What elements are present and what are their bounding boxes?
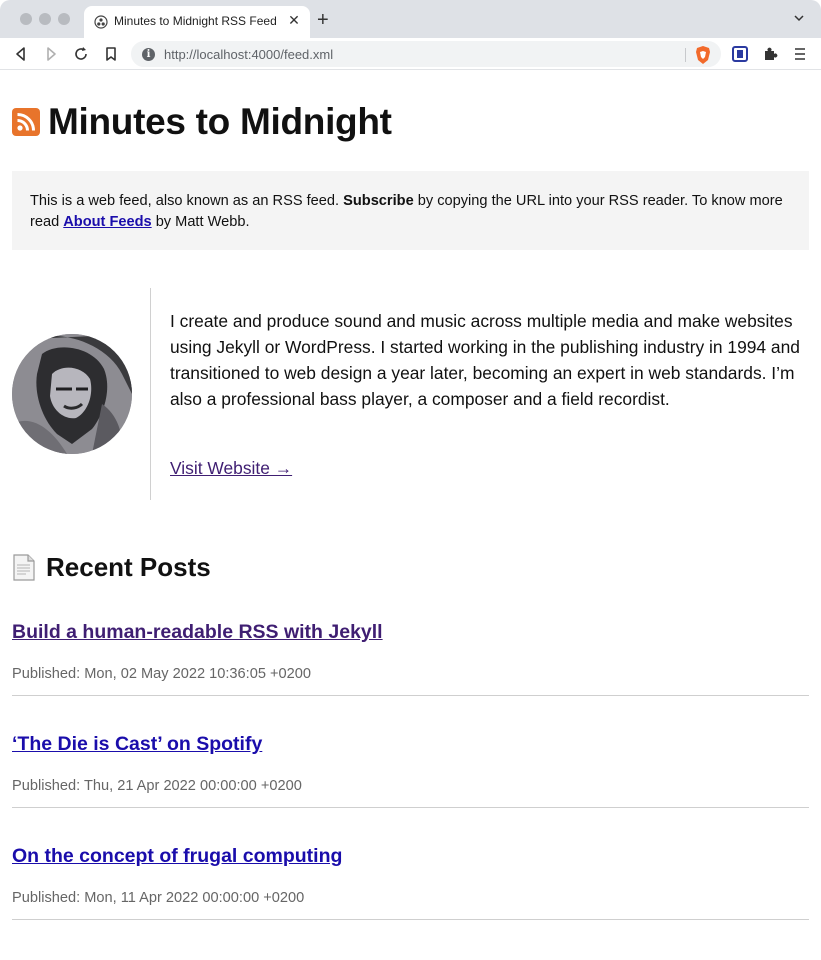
post-date: Published: Thu, 21 Apr 2022 00:00:00 +02… — [12, 778, 302, 794]
post-date: Published: Mon, 02 May 2022 10:36:05 +02… — [12, 666, 311, 682]
browser-chrome: Minutes to Midnight RSS Feed ✕ + i http:… — [0, 0, 821, 70]
visit-website-link[interactable]: Visit Website → — [170, 458, 292, 479]
post-date: Published: Mon, 11 Apr 2022 00:00:00 +02… — [12, 890, 305, 906]
document-icon — [13, 553, 35, 581]
rss-notice: This is a web feed, also known as an RSS… — [12, 171, 809, 250]
page-title: Minutes to Midnight — [48, 101, 392, 142]
address-bar-divider — [685, 48, 686, 62]
tab-title: Minutes to Midnight RSS Feed — [114, 14, 277, 28]
notice-text-3: by Matt Webb. — [151, 214, 250, 230]
tab-search-chevron-icon[interactable] — [793, 12, 805, 24]
tab-strip: Minutes to Midnight RSS Feed ✕ + — [0, 0, 821, 38]
bookmark-icon[interactable] — [102, 45, 120, 63]
browser-tab-active[interactable]: Minutes to Midnight RSS Feed ✕ — [84, 6, 310, 38]
site-info-icon[interactable]: i — [142, 48, 155, 61]
author-section: I create and produce sound and music acr… — [12, 288, 809, 500]
post-title-link[interactable]: Build a human-readable RSS with Jekyll — [12, 621, 383, 644]
recent-posts-header: Recent Posts — [12, 550, 211, 584]
extension-square-icon[interactable] — [731, 45, 749, 63]
site-header: Minutes to Midnight — [12, 100, 392, 144]
window-close-button[interactable] — [20, 13, 32, 25]
extension-puzzle-icon[interactable] — [761, 45, 779, 63]
menu-icon[interactable] — [791, 45, 809, 63]
window-minimize-button[interactable] — [39, 13, 51, 25]
author-divider — [150, 288, 151, 500]
notice-subscribe: Subscribe — [343, 193, 414, 209]
window-zoom-button[interactable] — [58, 13, 70, 25]
address-bar-url[interactable]: http://localhost:4000/feed.xml — [164, 47, 333, 62]
recent-posts-heading: Recent Posts — [46, 551, 211, 582]
avatar — [12, 334, 132, 454]
back-arrow-icon[interactable] — [12, 45, 30, 63]
new-tab-button[interactable]: + — [317, 10, 329, 30]
address-bar[interactable]: i http://localhost:4000/feed.xml — [131, 41, 721, 67]
post-divider — [12, 919, 809, 920]
brave-shield-icon[interactable] — [694, 45, 712, 65]
rss-icon — [12, 108, 40, 136]
forward-arrow-icon[interactable] — [42, 45, 60, 63]
reload-icon[interactable] — [72, 45, 90, 63]
post-divider — [12, 807, 809, 808]
globe-favicon-icon — [94, 15, 108, 29]
browser-toolbar: i http://localhost:4000/feed.xml — [0, 38, 821, 70]
post-title-link[interactable]: ‘The Die is Cast’ on Spotify — [12, 733, 262, 756]
post-divider — [12, 695, 809, 696]
author-bio: I create and produce sound and music acr… — [170, 311, 800, 409]
post-title-link[interactable]: On the concept of frugal computing — [12, 845, 342, 868]
notice-text: This is a web feed, also known as an RSS… — [30, 193, 344, 209]
tab-close-icon[interactable]: ✕ — [286, 12, 302, 29]
about-feeds-link[interactable]: About Feeds — [63, 214, 151, 230]
